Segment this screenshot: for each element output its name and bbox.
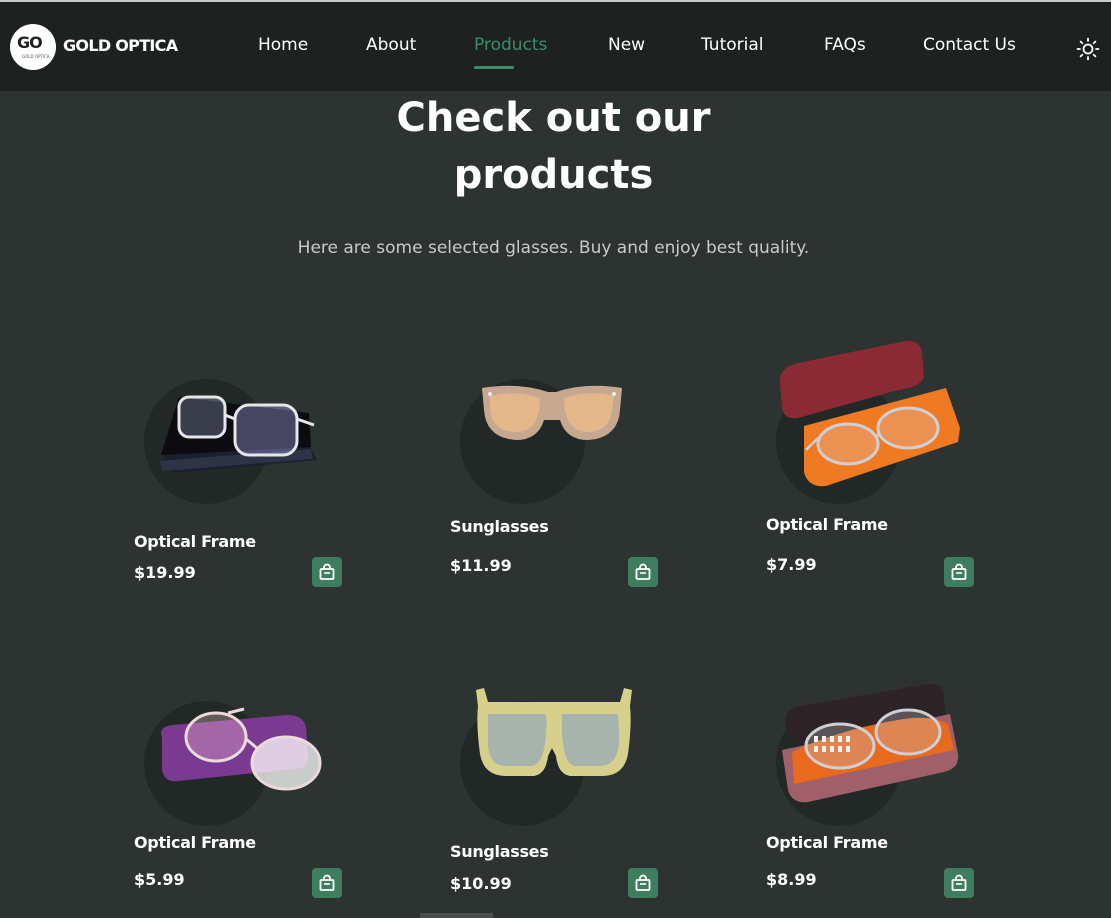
section-title-line1: Check out our bbox=[396, 95, 711, 141]
product-card: Sunglasses $11.99 bbox=[450, 330, 690, 587]
product-image[interactable] bbox=[159, 385, 319, 480]
add-to-cart-button[interactable] bbox=[944, 868, 974, 898]
brand-name[interactable]: GOLD OPTICA bbox=[63, 36, 178, 55]
section-title: Check out our products bbox=[0, 90, 1111, 204]
shopping-bag-icon bbox=[951, 874, 967, 891]
product-image[interactable] bbox=[472, 684, 636, 780]
nav-tutorial[interactable]: Tutorial bbox=[701, 35, 764, 55]
shopping-bag-icon bbox=[635, 563, 651, 580]
logo-mark: GO bbox=[17, 33, 43, 52]
nav-products[interactable]: Products bbox=[474, 35, 547, 55]
section-title-line2: products bbox=[453, 152, 654, 198]
add-to-cart-button[interactable] bbox=[944, 557, 974, 587]
product-price: $5.99 bbox=[134, 870, 185, 889]
horizontal-scrollbar-thumb[interactable] bbox=[420, 913, 493, 918]
product-price: $7.99 bbox=[766, 555, 817, 574]
site-header: GO GOLD OPTICA GOLD OPTICA Home About Pr… bbox=[0, 2, 1111, 91]
product-card: Optical Frame $7.99 bbox=[766, 330, 1006, 587]
shopping-bag-icon bbox=[319, 563, 335, 580]
product-name: Sunglasses bbox=[450, 517, 549, 536]
product-card: Optical Frame $19.99 bbox=[134, 330, 374, 587]
product-name: Optical Frame bbox=[134, 532, 256, 551]
nav-faqs[interactable]: FAQs bbox=[824, 35, 866, 55]
shopping-bag-icon bbox=[951, 563, 967, 580]
product-price: $10.99 bbox=[450, 874, 512, 893]
nav-about[interactable]: About bbox=[366, 35, 416, 55]
nav-active-indicator bbox=[474, 66, 514, 69]
product-image[interactable] bbox=[778, 338, 960, 488]
shopping-bag-icon bbox=[635, 874, 651, 891]
add-to-cart-button[interactable] bbox=[628, 557, 658, 587]
product-name: Optical Frame bbox=[766, 515, 888, 534]
product-image[interactable] bbox=[158, 697, 323, 792]
product-image[interactable] bbox=[478, 380, 626, 445]
nav-home[interactable]: Home bbox=[258, 35, 308, 55]
product-name: Optical Frame bbox=[134, 833, 256, 852]
product-card: Sunglasses $10.99 bbox=[450, 652, 690, 898]
add-to-cart-button[interactable] bbox=[628, 868, 658, 898]
product-card: Optical Frame $5.99 bbox=[134, 652, 374, 898]
add-to-cart-button[interactable] bbox=[312, 868, 342, 898]
sun-icon[interactable] bbox=[1076, 37, 1100, 61]
add-to-cart-button[interactable] bbox=[312, 557, 342, 587]
product-image[interactable] bbox=[778, 680, 962, 806]
nav-contact-us[interactable]: Contact Us bbox=[923, 35, 1016, 55]
nav-new[interactable]: New bbox=[608, 35, 645, 55]
section-subtitle: Here are some selected glasses. Buy and … bbox=[297, 238, 810, 258]
shopping-bag-icon bbox=[319, 874, 335, 891]
product-price: $19.99 bbox=[134, 563, 196, 582]
logo-subtext: GOLD OPTICA bbox=[22, 54, 50, 59]
product-card: Optical Frame $8.99 bbox=[766, 652, 1006, 898]
logo[interactable]: GO GOLD OPTICA bbox=[10, 24, 56, 70]
product-price: $8.99 bbox=[766, 870, 817, 889]
product-name: Optical Frame bbox=[766, 833, 888, 852]
product-name: Sunglasses bbox=[450, 842, 549, 861]
product-price: $11.99 bbox=[450, 556, 512, 575]
